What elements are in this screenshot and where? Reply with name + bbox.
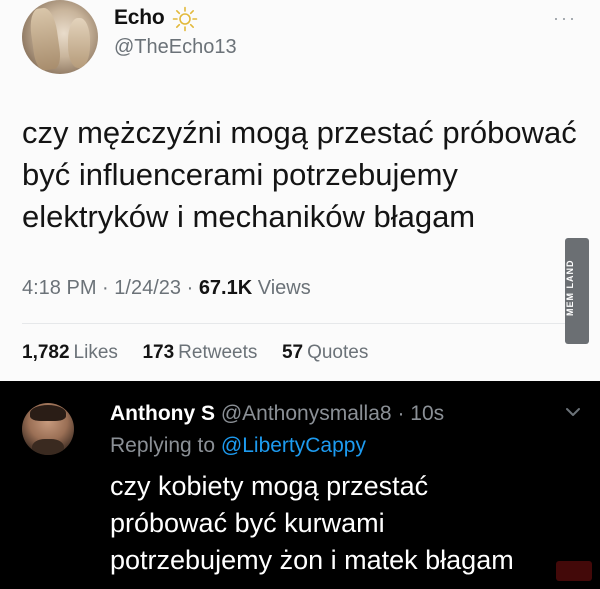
reply-author-name[interactable]: Anthony S — [110, 402, 215, 425]
reply-text-line: próbować być kurwami — [110, 508, 385, 538]
tweet-time[interactable]: 4:18 PM — [22, 277, 96, 299]
likes-label: Likes — [73, 342, 118, 363]
meta-separator: · — [102, 277, 109, 299]
likes-count: 1,782 — [22, 342, 70, 363]
divider — [22, 323, 582, 324]
replying-to-link[interactable]: @LibertyCappy — [221, 434, 366, 457]
reply-age[interactable]: 10s — [410, 402, 444, 425]
reply-author-handle[interactable]: @Anthonysmalla8 — [221, 402, 392, 425]
tweet-text: czy mężczyźni mogą przestać próbować być… — [22, 112, 582, 238]
reply-tweet: Anthony S @Anthonysmalla8 · 10s Replying… — [0, 381, 600, 589]
header-separator: · — [397, 402, 405, 425]
replying-to: Replying to @LibertyCappy — [110, 434, 366, 458]
meta-separator: · — [186, 277, 194, 299]
original-tweet: Echo @TheEcho13 ··· czy mężczyźni mogą p… — [0, 0, 600, 381]
views-count: 67.1K — [198, 277, 253, 299]
reply-text: czy kobiety mogą przestać próbować być k… — [110, 468, 514, 579]
retweets-label: Retweets — [178, 342, 258, 363]
replying-to-label: Replying to — [110, 434, 216, 457]
reply-header: Anthony S @Anthonysmalla8 · 10s — [110, 402, 444, 426]
corner-watermark — [556, 561, 592, 581]
watermark-text: MEM LAND — [565, 259, 575, 317]
tweet-meta: 4:18 PM · 1/24/23 · 67.1K Views — [22, 277, 311, 300]
tweet-text-line: czy mężczyźni mogą przestać próbować — [22, 115, 577, 150]
author-name[interactable]: Echo — [114, 6, 165, 30]
likes-stat[interactable]: 1,782 Likes — [22, 342, 118, 363]
author-handle[interactable]: @TheEcho13 — [114, 36, 237, 59]
chevron-down-icon[interactable] — [564, 403, 582, 421]
reply-author-avatar[interactable] — [22, 403, 74, 455]
retweets-count: 173 — [142, 342, 175, 363]
quotes-stat[interactable]: 57 Quotes — [282, 342, 368, 363]
tweet-text-line: być influencerami potrzebujemy — [22, 157, 458, 192]
views-label: Views — [257, 277, 311, 299]
watermark-badge: MEM LAND — [565, 238, 589, 344]
reply-text-line: potrzebujemy żon i matek błagam — [110, 545, 514, 575]
author-avatar[interactable] — [22, 0, 98, 74]
sun-icon — [172, 6, 198, 32]
quotes-count: 57 — [281, 342, 304, 363]
tweet-text-line: elektryków i mechaników błagam — [22, 199, 476, 234]
tweet-stats: 1,782 Likes 173 Retweets 57 Quotes — [22, 342, 368, 364]
quotes-label: Quotes — [307, 342, 369, 363]
reply-text-line: czy kobiety mogą przestać — [110, 471, 429, 501]
more-options-icon[interactable]: ··· — [553, 8, 577, 29]
tweet-date[interactable]: 1/24/23 — [114, 277, 181, 299]
retweets-stat[interactable]: 173 Retweets — [142, 342, 257, 363]
